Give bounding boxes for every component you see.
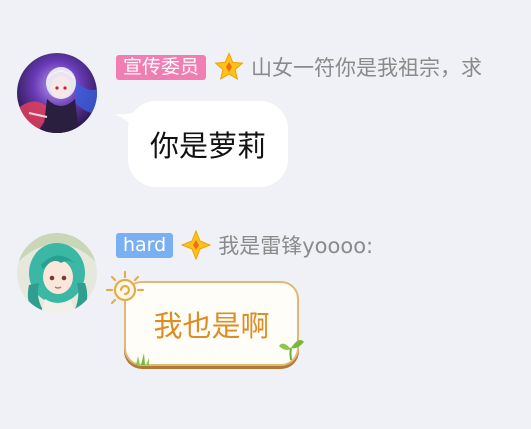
avatar[interactable] — [17, 233, 97, 313]
sprout-icon — [279, 340, 304, 361]
message-bubble[interactable]: 你是萝莉 — [115, 101, 289, 187]
star-badge-icon — [214, 52, 244, 82]
bubble-tail — [115, 111, 141, 133]
diamond-badge-icon — [181, 230, 212, 260]
message-text: 你是萝莉 — [150, 129, 267, 163]
chat-message: hard 我是雷锋yoooo: 我也是啊 — [0, 210, 531, 429]
message-header: 宣传委员 山女一符你是我祖宗，求 — [116, 52, 482, 82]
sun-decoration-icon — [105, 270, 145, 305]
nickname[interactable]: 山女一符你是我祖宗，求 — [251, 52, 482, 82]
grass-icon — [136, 353, 149, 365]
title-badge: hard — [116, 232, 174, 258]
message-header: hard 我是雷锋yoooo: — [116, 230, 373, 260]
title-badge: 宣传委员 — [116, 54, 207, 80]
avatar[interactable] — [17, 53, 97, 133]
nickname[interactable]: 我是雷锋yoooo: — [218, 230, 373, 260]
chat-message: 宣传委员 山女一符你是我祖宗，求 你是萝莉 — [0, 0, 531, 210]
message-text: 我也是啊 — [153, 308, 270, 343]
